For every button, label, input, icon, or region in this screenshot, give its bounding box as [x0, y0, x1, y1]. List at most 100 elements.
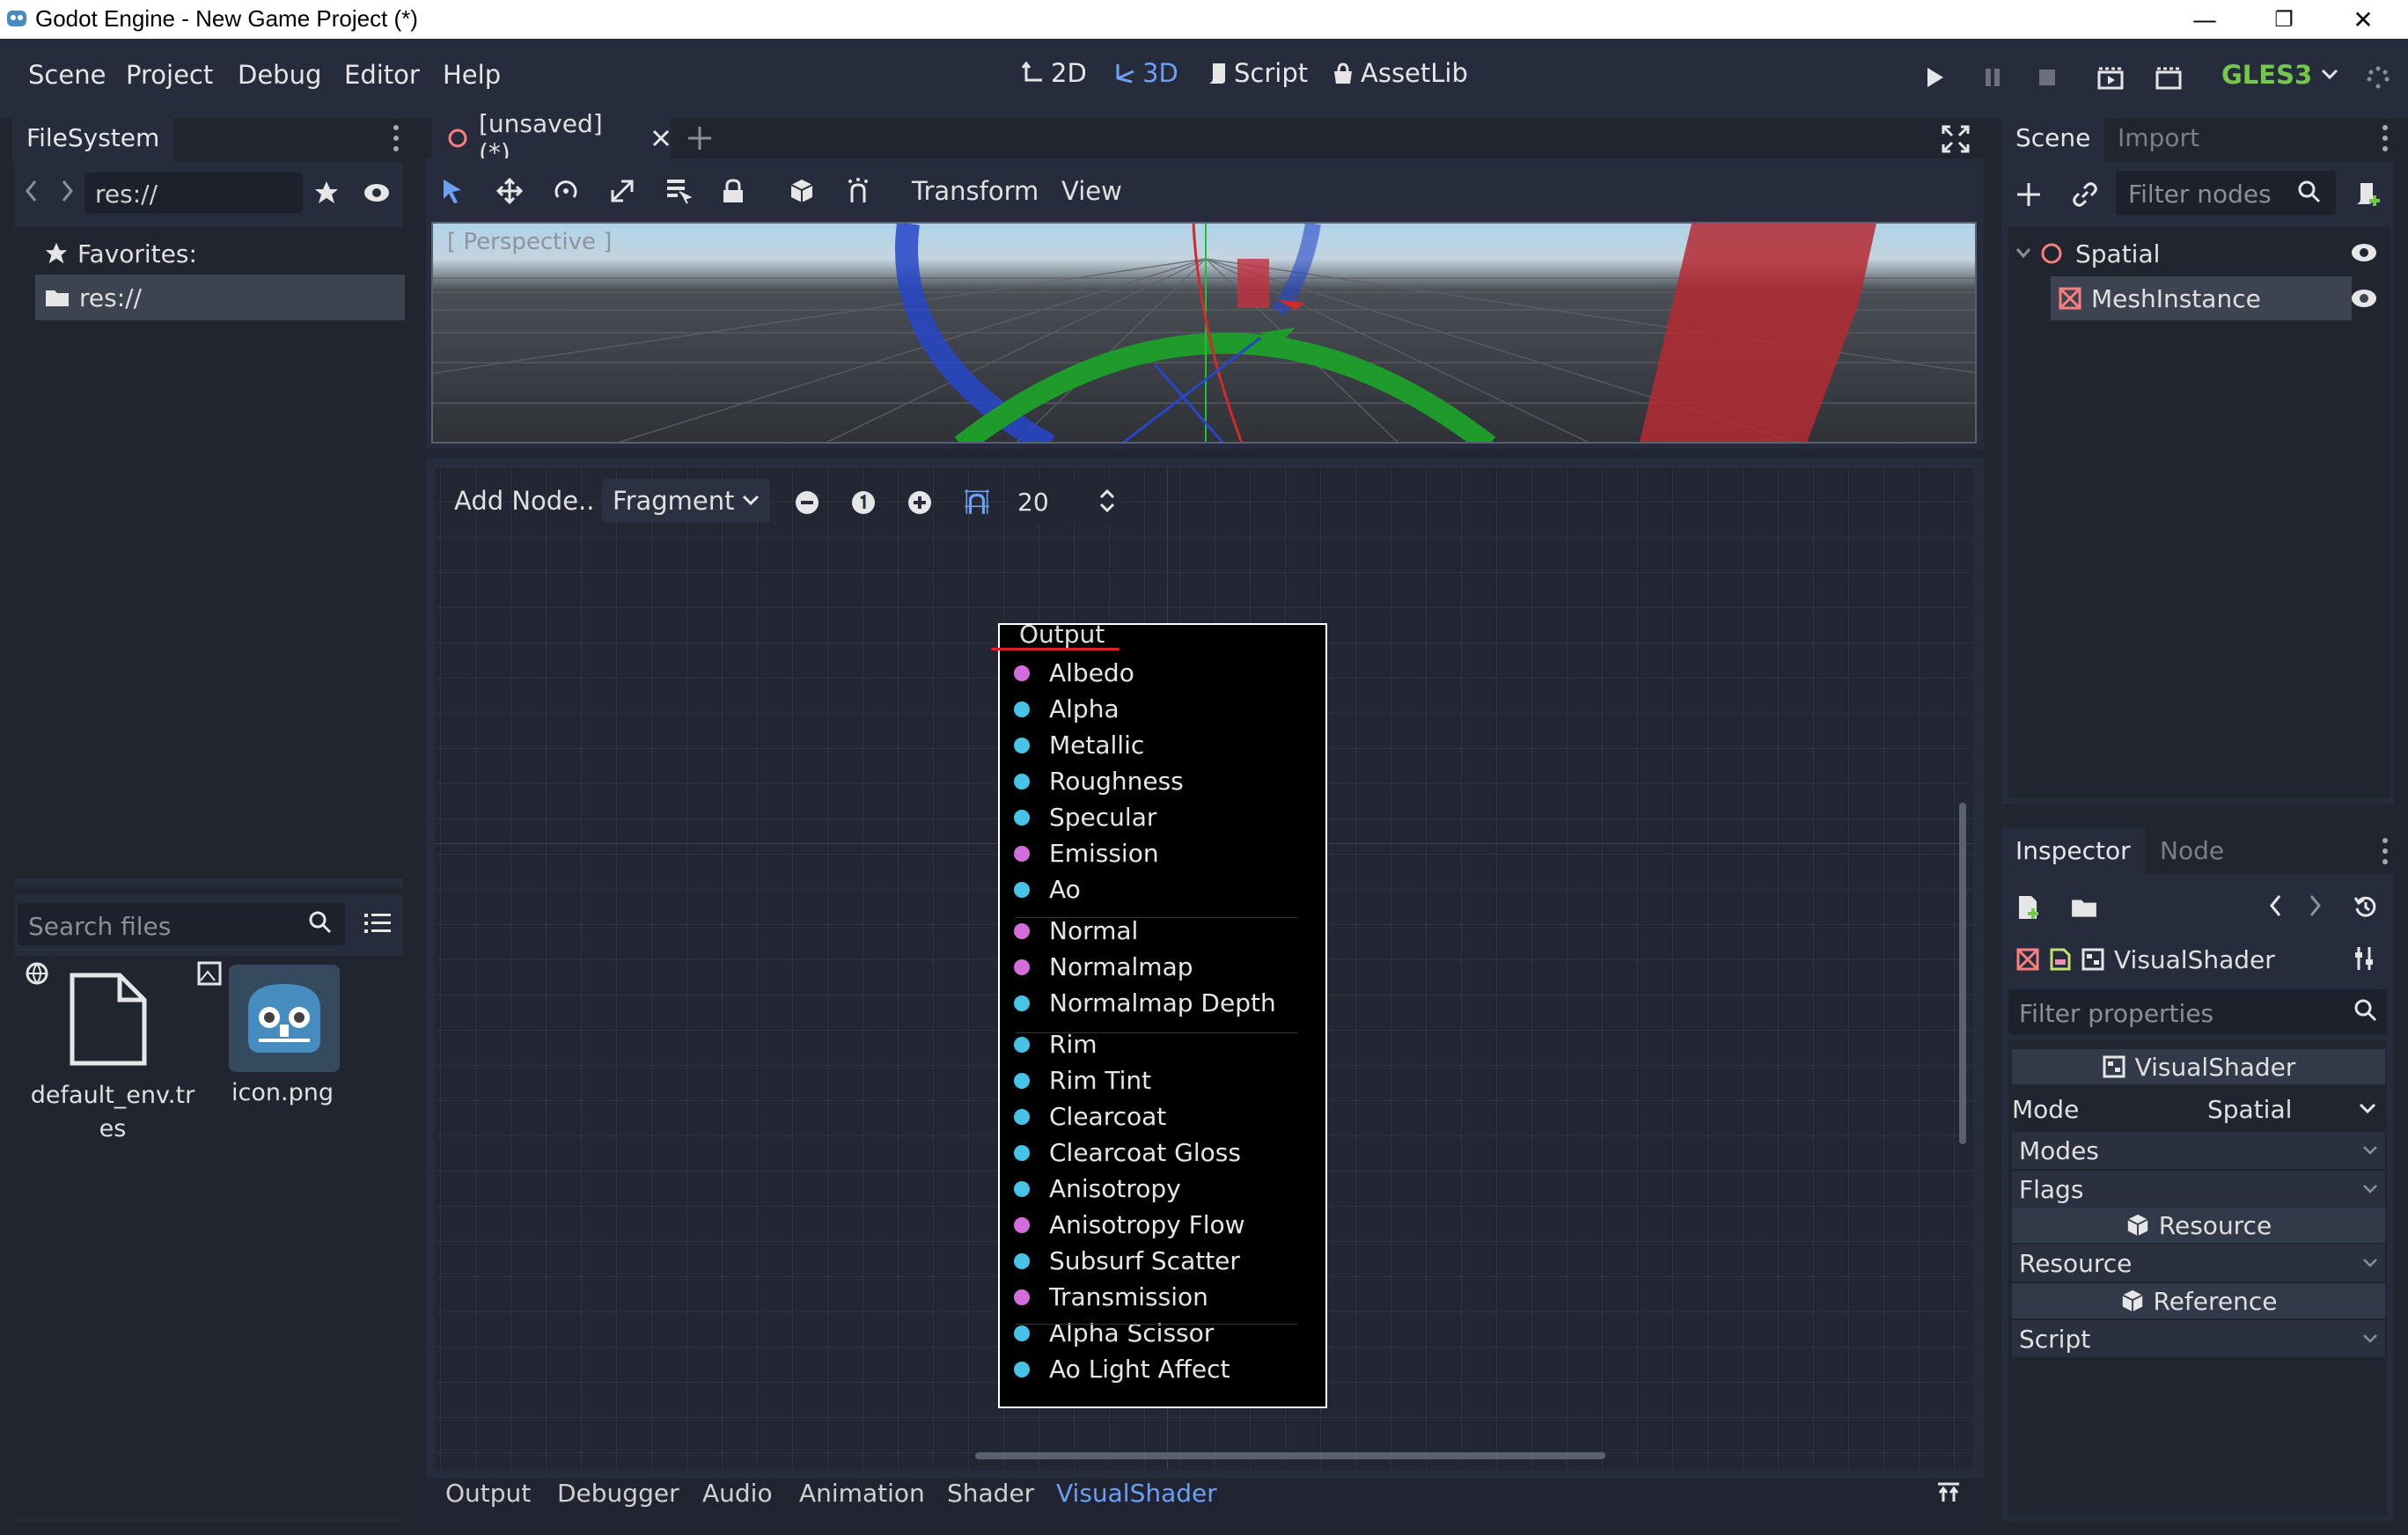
menu-project[interactable]: Project — [126, 60, 213, 90]
port-dot[interactable] — [1014, 958, 1030, 975]
filter-properties-input[interactable]: Filter properties — [2008, 989, 2387, 1035]
zoom-in-icon[interactable] — [907, 489, 933, 516]
res-root-item[interactable]: res:// — [35, 275, 405, 320]
tab-inspector[interactable]: Inspector — [2001, 827, 2145, 875]
graph-horizontal-scrollbar[interactable] — [975, 1452, 1605, 1459]
port-dot[interactable] — [1014, 922, 1030, 939]
bottom-tab-visualshader[interactable]: VisualShader — [1056, 1479, 1217, 1508]
mode-dropdown[interactable]: Spatial — [2199, 1090, 2385, 1128]
viewport-perspective-label[interactable]: [ Perspective ] — [447, 229, 612, 255]
tab-node[interactable]: Node — [2146, 827, 2238, 875]
menu-editor[interactable]: Editor — [344, 60, 420, 90]
restore-icon[interactable]: ❐ — [2244, 0, 2324, 39]
instance-scene-icon[interactable] — [2072, 181, 2098, 208]
output-port[interactable]: Specular — [1014, 803, 1156, 832]
list-select-icon[interactable] — [665, 178, 692, 204]
port-dot[interactable] — [1014, 665, 1030, 681]
star-icon[interactable] — [313, 180, 340, 206]
flags-group[interactable]: Flags — [2012, 1171, 2385, 1208]
output-port[interactable]: Transmission — [1014, 1282, 1208, 1311]
port-dot[interactable] — [1014, 1361, 1030, 1377]
move-tool-icon[interactable] — [496, 178, 523, 204]
output-node[interactable]: Output Albedo Alpha Metallic Roughness Specu… — [991, 620, 1327, 1408]
port-dot[interactable] — [1014, 1072, 1030, 1089]
workspace-3d-button[interactable]: 3D — [1112, 58, 1178, 88]
path-field[interactable]: res:// — [84, 173, 303, 213]
add-tab-icon[interactable] — [686, 125, 713, 151]
output-port[interactable]: Ao — [1014, 875, 1081, 904]
port-dot[interactable] — [1014, 773, 1030, 790]
zoom-out-icon[interactable] — [794, 489, 820, 516]
bottom-tab-animation[interactable]: Animation — [799, 1479, 925, 1508]
search-icon[interactable] — [308, 910, 333, 935]
port-dot[interactable] — [1014, 881, 1030, 898]
tree-item-spatial[interactable]: Spatial — [2015, 236, 2160, 271]
menu-scene[interactable]: Scene — [28, 60, 106, 90]
eye-icon[interactable] — [363, 181, 391, 204]
favorites-item[interactable]: Favorites: — [44, 236, 197, 271]
menu-debug[interactable]: Debug — [238, 60, 321, 90]
file-item-icon-png[interactable]: icon.png — [197, 959, 373, 1135]
bottom-tab-shader[interactable]: Shader — [947, 1479, 1034, 1508]
tab-filesystem[interactable]: FileSystem — [12, 114, 174, 162]
output-port[interactable]: Emission — [1014, 839, 1159, 868]
local-space-icon[interactable] — [789, 178, 815, 204]
output-port[interactable]: Anisotropy — [1014, 1174, 1181, 1203]
output-port[interactable]: Ao Light Affect — [1014, 1355, 1230, 1384]
play-scene-icon[interactable] — [2095, 62, 2126, 93]
tab-scene[interactable]: Scene — [2001, 114, 2105, 162]
output-port[interactable]: Alpha Scissor — [1014, 1318, 1214, 1348]
output-port[interactable]: Rim — [1014, 1030, 1098, 1059]
output-port[interactable]: Normalmap Depth — [1014, 988, 1276, 1017]
port-dot[interactable] — [1014, 845, 1030, 862]
pause-icon[interactable] — [1977, 62, 2008, 93]
spin-arrows-icon[interactable] — [1098, 488, 1116, 514]
back-icon[interactable] — [25, 180, 37, 202]
file-item-default-env[interactable]: default_env.tres — [25, 959, 201, 1153]
snap-icon[interactable] — [845, 178, 871, 204]
port-dot[interactable] — [1014, 1289, 1030, 1305]
output-port[interactable]: Clearcoat — [1014, 1102, 1166, 1131]
zoom-reset-icon[interactable] — [850, 489, 877, 516]
workspace-2d-button[interactable]: 2D — [1021, 58, 1087, 88]
visibility-eye-icon[interactable] — [2350, 241, 2378, 264]
renderer-selector[interactable]: GLES3 — [2221, 60, 2338, 90]
workspace-assetlib-button[interactable]: AssetLib — [1331, 58, 1468, 88]
resource-group[interactable]: Resource — [2012, 1245, 2385, 1282]
stop-icon[interactable] — [2031, 62, 2063, 93]
output-port[interactable]: Normal — [1014, 916, 1138, 945]
tree-item-meshinstance[interactable]: MeshInstance — [2051, 276, 2352, 320]
new-resource-icon[interactable] — [2015, 894, 2042, 921]
output-port[interactable]: Normalmap — [1014, 952, 1193, 981]
output-port[interactable]: Albedo — [1014, 658, 1134, 687]
open-folder-icon[interactable] — [2070, 896, 2098, 919]
close-tab-icon[interactable] — [651, 129, 671, 148]
graph-vertical-scrollbar[interactable] — [1959, 803, 1966, 1144]
dock-menu-icon[interactable] — [2382, 836, 2389, 866]
port-dot[interactable] — [1014, 701, 1030, 717]
chevron-down-icon[interactable] — [2015, 247, 2031, 260]
scale-tool-icon[interactable] — [609, 178, 635, 204]
output-port[interactable]: Rim Tint — [1014, 1066, 1151, 1095]
section-visualshader[interactable]: VisualShader — [2012, 1049, 2385, 1084]
view-menu[interactable]: View — [1061, 176, 1122, 206]
menu-help[interactable]: Help — [443, 60, 501, 90]
port-dot[interactable] — [1014, 1108, 1030, 1125]
output-port[interactable]: Roughness — [1014, 767, 1184, 796]
output-port[interactable]: Alpha — [1014, 694, 1120, 723]
select-tool-icon[interactable] — [440, 178, 466, 204]
inspected-object[interactable]: VisualShader — [2015, 942, 2275, 977]
output-port[interactable]: Anisotropy Flow — [1014, 1210, 1245, 1239]
port-dot[interactable] — [1014, 1144, 1030, 1161]
rotate-tool-icon[interactable] — [553, 178, 579, 204]
output-port[interactable]: Metallic — [1014, 731, 1144, 760]
port-dot[interactable] — [1014, 1252, 1030, 1269]
transform-menu[interactable]: Transform — [912, 176, 1039, 206]
section-resource[interactable]: Resource — [2012, 1208, 2385, 1243]
play-custom-scene-icon[interactable] — [2153, 62, 2184, 93]
snap-grid-icon[interactable] — [963, 488, 991, 516]
list-view-icon[interactable] — [364, 912, 391, 935]
minimize-icon[interactable]: — — [2165, 0, 2244, 39]
visibility-eye-icon[interactable] — [2350, 287, 2378, 310]
port-dot[interactable] — [1014, 995, 1030, 1011]
